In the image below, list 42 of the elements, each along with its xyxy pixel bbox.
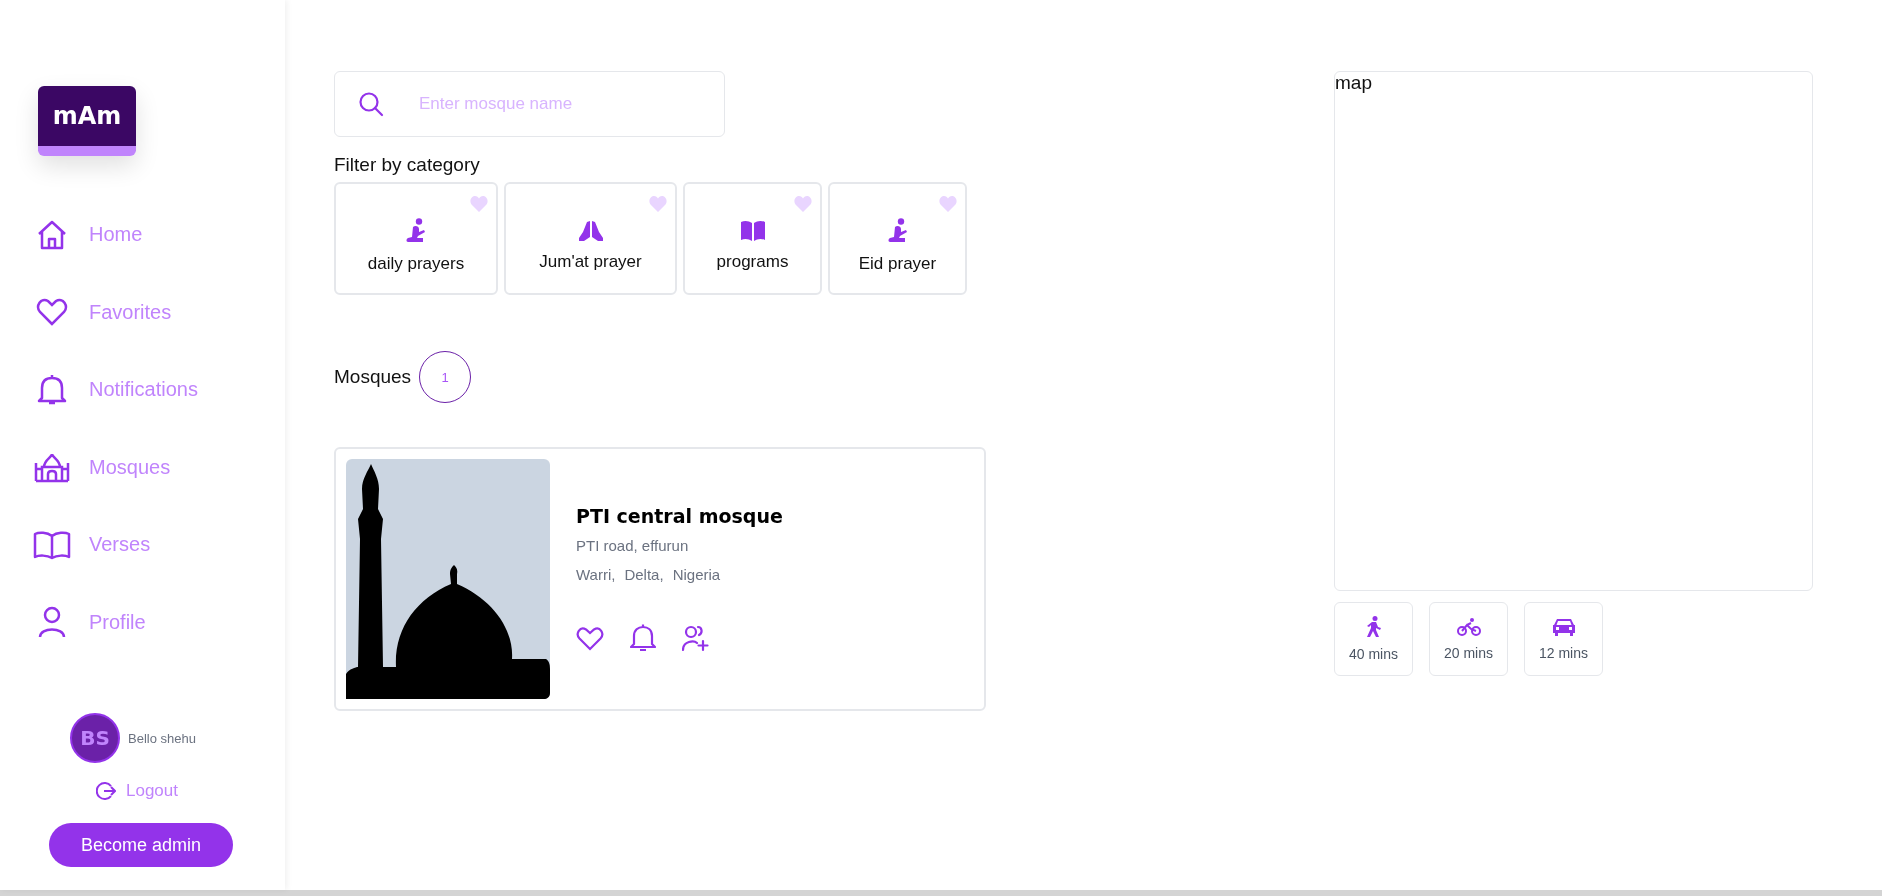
heart-icon xyxy=(794,196,812,212)
mosque-icon xyxy=(33,451,71,484)
city: Warri, xyxy=(576,566,616,583)
become-admin-button[interactable]: Become admin xyxy=(49,823,233,867)
category-card[interactable]: Eid prayer xyxy=(828,182,967,295)
logout-icon xyxy=(96,781,116,801)
travel-time-card[interactable]: 12 mins xyxy=(1524,602,1603,676)
travel-time-card[interactable]: 40 mins xyxy=(1334,602,1413,676)
filter-heading: Filter by category xyxy=(334,154,481,176)
mosque-card[interactable]: PTI central mosque PTI road, effurun Warri, Delta, Nigeria xyxy=(334,447,986,711)
country: Nigeria xyxy=(672,566,721,583)
kneeling-person-icon xyxy=(406,217,426,244)
user-name: Bello shehu xyxy=(128,730,196,746)
bicycle-icon xyxy=(1456,617,1481,637)
category-card[interactable]: Jum'at prayer xyxy=(504,182,677,295)
category-card[interactable]: daily prayers xyxy=(334,182,498,295)
map-label: map xyxy=(1335,72,1372,93)
heart-icon xyxy=(470,196,488,212)
heart-icon xyxy=(939,196,957,212)
bell-icon[interactable] xyxy=(630,623,656,653)
state: Delta, xyxy=(624,566,664,583)
add-user-icon[interactable] xyxy=(682,624,710,652)
mosque-name: PTI central mosque xyxy=(576,505,783,527)
mosque-address: PTI road, effurun xyxy=(576,537,690,554)
map-area[interactable]: map xyxy=(1334,71,1813,591)
open-book-icon xyxy=(739,219,766,242)
travel-time: 20 mins xyxy=(1444,645,1493,661)
mosques-heading: Mosques xyxy=(334,366,412,388)
app-logo[interactable]: mAm xyxy=(38,86,136,156)
user-avatar: BS xyxy=(70,713,120,763)
category-card[interactable]: programs xyxy=(683,182,822,295)
travel-time: 12 mins xyxy=(1539,645,1588,661)
kneeling-person-icon xyxy=(887,217,908,244)
heart-icon xyxy=(649,196,667,212)
car-icon xyxy=(1551,617,1576,637)
praying-hands-icon xyxy=(577,219,604,242)
search-field[interactable]: Enter mosque name xyxy=(334,71,725,137)
walking-person-icon xyxy=(1365,616,1382,638)
travel-time-card[interactable]: 20 mins xyxy=(1429,602,1508,676)
travel-time: 40 mins xyxy=(1349,646,1398,662)
open-book-icon xyxy=(33,529,71,560)
heart-icon[interactable] xyxy=(576,625,604,651)
